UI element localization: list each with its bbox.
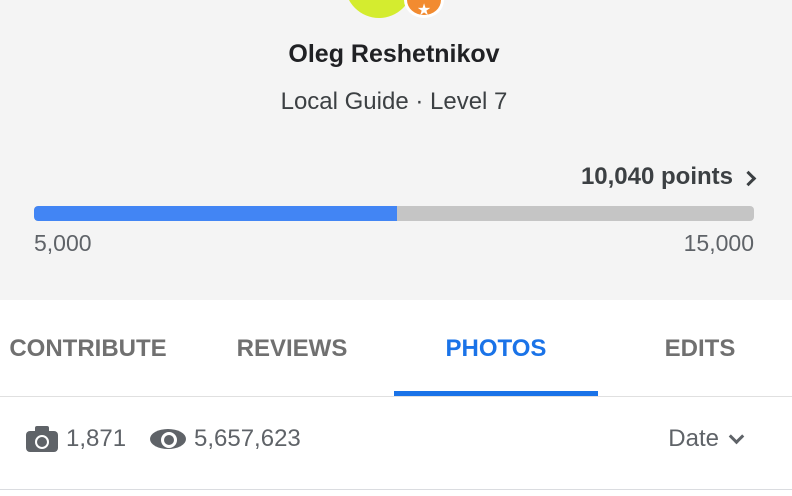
photos-stats-bar: 1,871 5,657,623 Date bbox=[0, 397, 792, 490]
progress-max-label: 15,000 bbox=[683, 230, 754, 256]
points-label: 10,040 points bbox=[580, 163, 733, 190]
tab-contribute[interactable]: CONTRIBUTE bbox=[0, 302, 176, 396]
view-count: 5,657,623 bbox=[150, 425, 301, 453]
profile-name: Oleg Reshetnikov bbox=[288, 40, 500, 68]
sort-dropdown[interactable]: Date bbox=[668, 425, 745, 453]
tab-edits[interactable]: EDITS bbox=[612, 302, 788, 396]
star-badge-icon: ★ bbox=[404, 0, 444, 19]
profile-header: ★ Oleg Reshetnikov Local Guide · Level 7… bbox=[0, 0, 792, 300]
photo-count-value: 1,871 bbox=[66, 425, 127, 452]
level-progress-bar bbox=[34, 206, 754, 221]
chevron-down-icon bbox=[728, 428, 745, 444]
photo-count: 1,871 bbox=[26, 425, 126, 453]
camera-icon bbox=[26, 426, 58, 452]
view-count-value: 5,657,623 bbox=[194, 425, 301, 452]
eye-icon bbox=[150, 427, 186, 451]
tab-reviews[interactable]: REVIEWS bbox=[204, 302, 380, 396]
avatar[interactable] bbox=[345, 0, 413, 18]
profile-tabs: CONTRIBUTE REVIEWS PHOTOS EDITS bbox=[0, 302, 792, 397]
level-progress-fill bbox=[34, 206, 397, 221]
tab-photos[interactable]: PHOTOS bbox=[394, 302, 598, 396]
chevron-right-icon bbox=[740, 170, 757, 186]
progress-min-label: 5,000 bbox=[34, 230, 92, 256]
local-guide-level[interactable]: Local Guide · Level 7 bbox=[0, 88, 788, 116]
points-link[interactable]: 10,040 points bbox=[580, 163, 757, 191]
star-symbol: ★ bbox=[416, 2, 432, 19]
sort-label: Date bbox=[668, 425, 719, 452]
